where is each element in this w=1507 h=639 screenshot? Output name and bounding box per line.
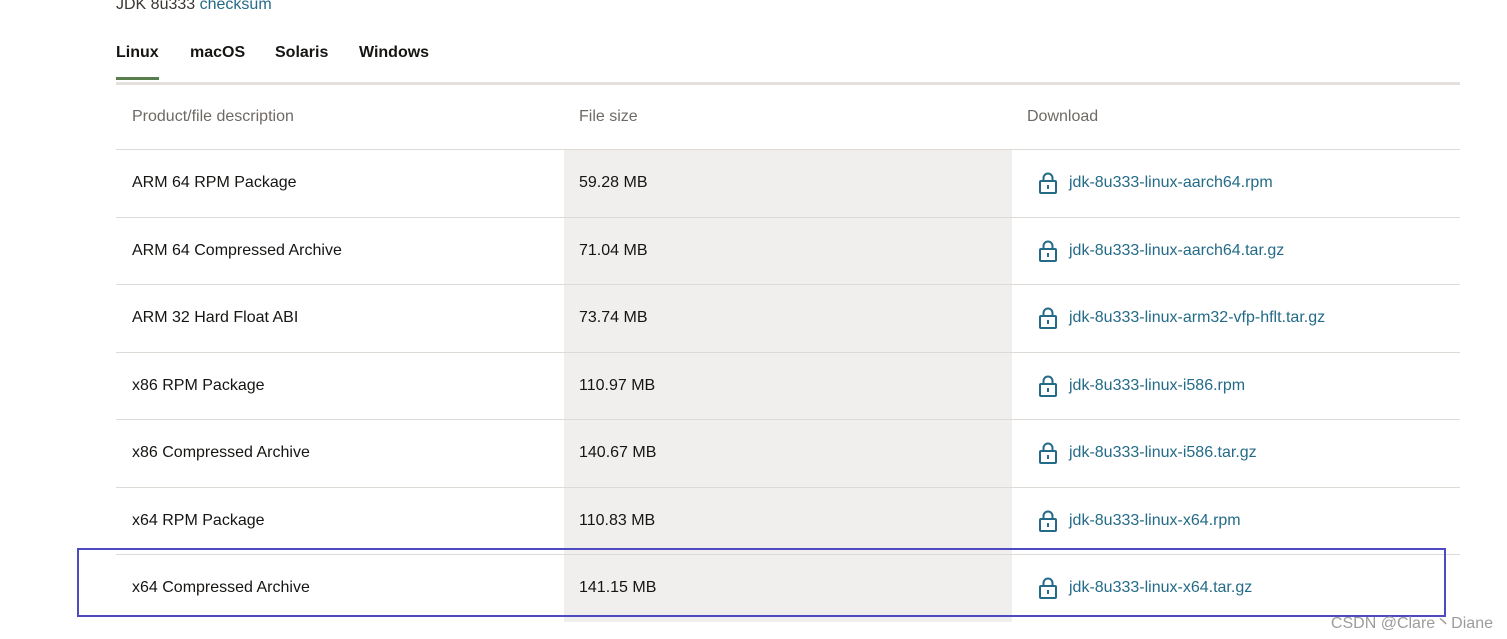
table-row: ARM 64 Compressed Archive 71.04 MB jdk-8… bbox=[116, 217, 1460, 285]
table-header-row: Product/file description File size Downl… bbox=[116, 84, 1460, 150]
tab-windows[interactable]: Windows bbox=[359, 44, 429, 62]
lock-icon bbox=[1039, 577, 1057, 600]
row-description: x64 RPM Package bbox=[132, 511, 265, 529]
row-file-size: 141.15 MB bbox=[564, 555, 1012, 622]
download-link[interactable]: jdk-8u333-linux-x64.tar.gz bbox=[1027, 577, 1253, 600]
row-file-size: 59.28 MB bbox=[564, 150, 1012, 217]
row-description: x64 Compressed Archive bbox=[132, 579, 310, 597]
row-file-size: 71.04 MB bbox=[564, 217, 1012, 284]
table-row: ARM 64 RPM Package 59.28 MB jdk-8u333-li… bbox=[116, 150, 1460, 218]
lock-icon bbox=[1039, 375, 1057, 397]
download-link[interactable]: jdk-8u333-linux-i586.rpm bbox=[1027, 375, 1245, 397]
header-description: Product/file description bbox=[132, 107, 294, 125]
row-download-cell: jdk-8u333-linux-i586.tar.gz bbox=[1012, 420, 1460, 487]
row-download-cell: jdk-8u333-linux-arm32-vfp-hflt.tar.gz bbox=[1012, 285, 1460, 352]
row-description: ARM 64 RPM Package bbox=[132, 174, 297, 192]
tab-solaris[interactable]: Solaris bbox=[275, 44, 328, 62]
download-link[interactable]: jdk-8u333-linux-aarch64.rpm bbox=[1027, 172, 1273, 195]
download-filename: jdk-8u333-linux-x64.rpm bbox=[1069, 511, 1241, 529]
tab-linux[interactable]: Linux bbox=[116, 44, 159, 80]
row-description: x86 Compressed Archive bbox=[132, 444, 310, 462]
tab-macos[interactable]: macOS bbox=[190, 44, 245, 62]
row-file-size: 73.74 MB bbox=[564, 285, 1012, 352]
download-filename: jdk-8u333-linux-x64.tar.gz bbox=[1069, 579, 1253, 597]
row-file-size: 110.83 MB bbox=[564, 487, 1012, 554]
row-download-cell: jdk-8u333-linux-i586.rpm bbox=[1012, 353, 1460, 420]
row-file-size: 110.97 MB bbox=[564, 352, 1012, 419]
lock-icon bbox=[1039, 172, 1057, 195]
table-row: x64 Compressed Archive 141.15 MB jdk-8u3… bbox=[116, 555, 1460, 622]
table-row: ARM 32 Hard Float ABI 73.74 MB jdk-8u333… bbox=[116, 285, 1460, 353]
download-filename: jdk-8u333-linux-arm32-vfp-hflt.tar.gz bbox=[1069, 309, 1326, 327]
checksum-link[interactable]: checksum bbox=[200, 0, 272, 13]
download-link[interactable]: jdk-8u333-linux-aarch64.tar.gz bbox=[1027, 240, 1284, 262]
release-title: JDK 8u333 checksum bbox=[116, 0, 272, 14]
downloads-table: Product/file description File size Downl… bbox=[116, 84, 1460, 622]
download-link[interactable]: jdk-8u333-linux-i586.tar.gz bbox=[1027, 442, 1257, 465]
row-download-cell: jdk-8u333-linux-aarch64.tar.gz bbox=[1012, 218, 1460, 285]
header-download: Download bbox=[1027, 107, 1099, 125]
header-file-size: File size bbox=[579, 107, 638, 125]
table-row: x86 Compressed Archive 140.67 MB jdk-8u3… bbox=[116, 420, 1460, 488]
download-link[interactable]: jdk-8u333-linux-arm32-vfp-hflt.tar.gz bbox=[1027, 307, 1326, 330]
lock-icon bbox=[1039, 510, 1057, 532]
table-row: x64 RPM Package 110.83 MB jdk-8u333-linu… bbox=[116, 487, 1460, 555]
table-row: x86 RPM Package 110.97 MB jdk-8u333-linu… bbox=[116, 352, 1460, 420]
download-filename: jdk-8u333-linux-i586.tar.gz bbox=[1069, 444, 1257, 462]
download-filename: jdk-8u333-linux-aarch64.rpm bbox=[1069, 174, 1273, 192]
download-filename: jdk-8u333-linux-i586.rpm bbox=[1069, 376, 1246, 394]
row-description: ARM 64 Compressed Archive bbox=[132, 241, 342, 259]
lock-icon bbox=[1039, 240, 1057, 262]
row-file-size: 140.67 MB bbox=[564, 420, 1012, 487]
watermark: CSDN @Clare丶Diane bbox=[1330, 615, 1493, 632]
lock-icon bbox=[1039, 307, 1057, 330]
row-description: ARM 32 Hard Float ABI bbox=[132, 309, 299, 327]
download-filename: jdk-8u333-linux-aarch64.tar.gz bbox=[1069, 241, 1285, 259]
download-link[interactable]: jdk-8u333-linux-x64.rpm bbox=[1027, 510, 1241, 532]
lock-icon bbox=[1039, 442, 1057, 465]
row-download-cell: jdk-8u333-linux-aarch64.rpm bbox=[1012, 150, 1460, 217]
row-description: x86 RPM Package bbox=[132, 376, 265, 394]
release-title-text: JDK 8u333 bbox=[116, 0, 196, 13]
row-download-cell: jdk-8u333-linux-x64.rpm bbox=[1012, 488, 1460, 555]
os-tabs: Linux macOS Solaris Windows bbox=[116, 38, 1460, 85]
